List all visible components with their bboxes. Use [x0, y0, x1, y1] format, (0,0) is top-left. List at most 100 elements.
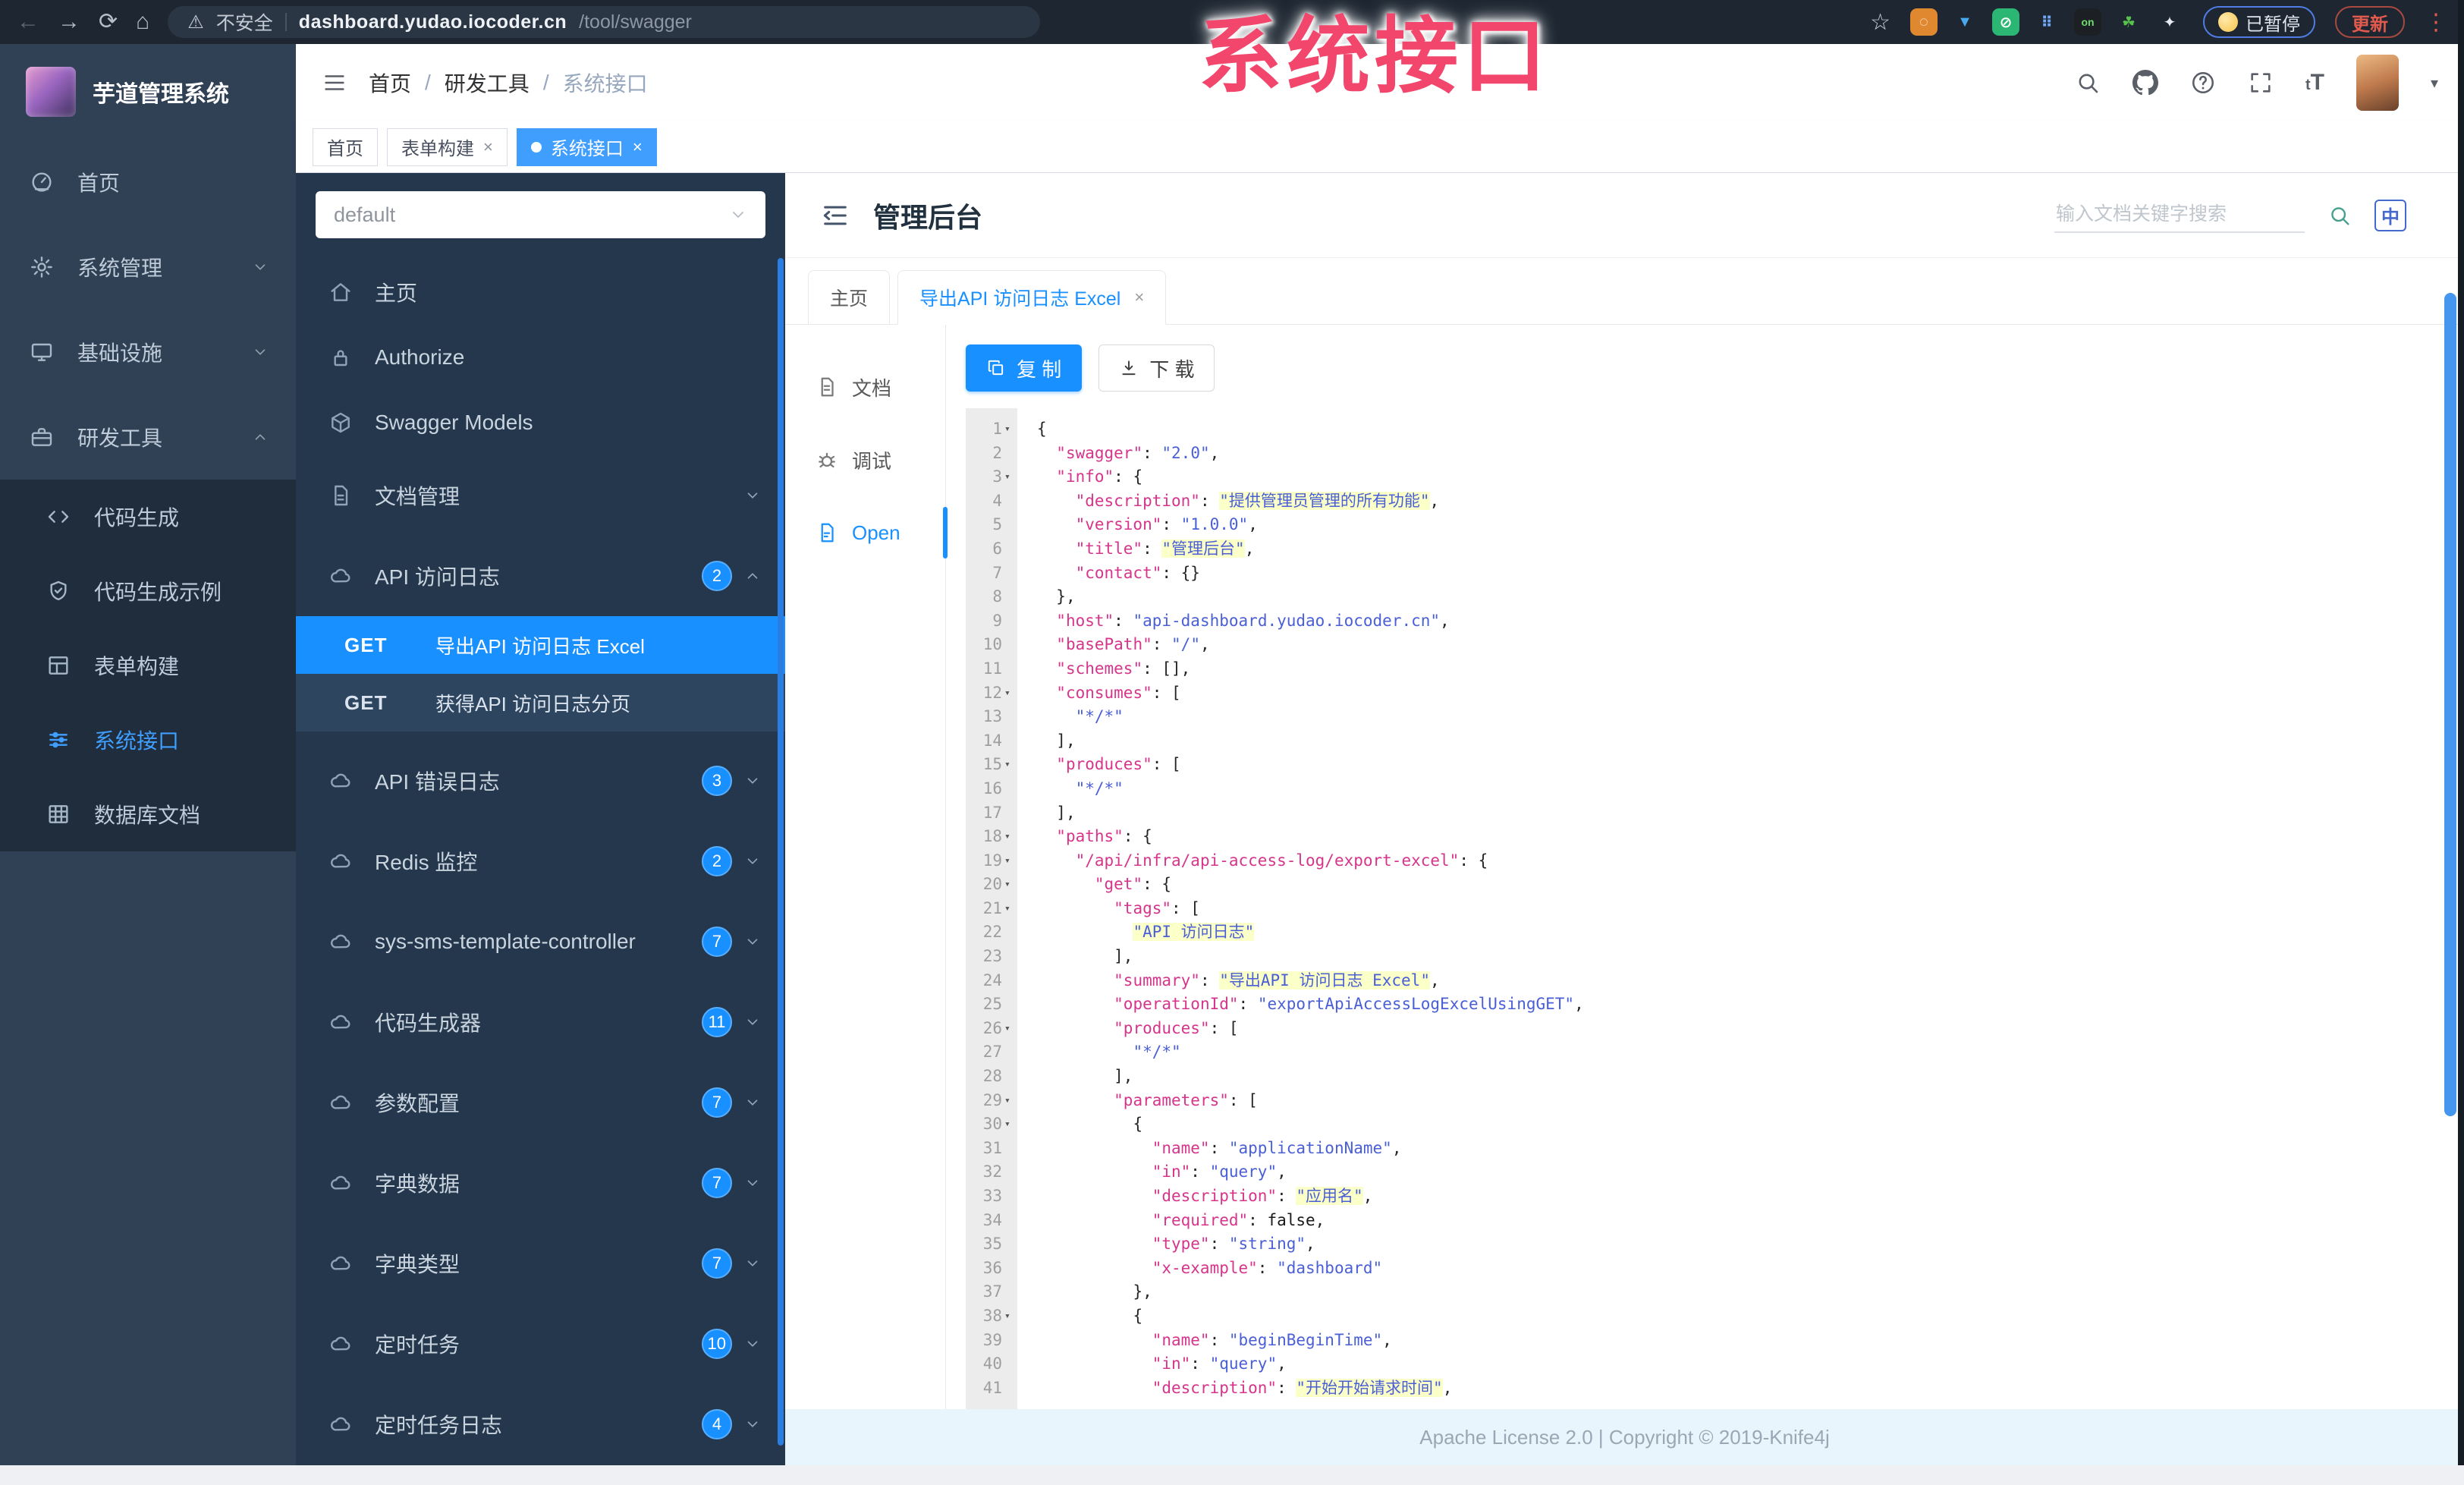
swagger-nav-item[interactable]: Authorize [296, 325, 785, 390]
badge-count: 4 [702, 1409, 732, 1439]
fold-icon[interactable]: ▾ [1002, 825, 1017, 849]
ext-orange-icon[interactable]: ◌ [1910, 8, 1938, 36]
swagger-nav-item[interactable]: 定时任务 10 [296, 1304, 785, 1384]
language-toggle-icon[interactable]: 中 [2374, 199, 2406, 231]
code-line: "API 访问日志" [1037, 920, 2464, 945]
swagger-nav-item[interactable]: 代码生成器 11 [296, 982, 785, 1062]
ext-grid-icon[interactable]: ⠿ [2033, 8, 2060, 36]
swagger-nav-item[interactable]: Swagger Models [296, 390, 785, 455]
mini-nav-调试[interactable]: 调试 [785, 423, 945, 496]
fold-icon[interactable]: ▾ [1002, 1304, 1017, 1329]
sidebar-subitem[interactable]: 数据库文档 [0, 777, 296, 851]
swagger-operation[interactable]: GET 导出API 访问日志 Excel [296, 616, 785, 674]
http-method-label: GET [344, 691, 388, 714]
doc-tab[interactable]: 导出API 访问日志 Excel × [897, 270, 1167, 325]
github-icon[interactable] [2132, 70, 2158, 96]
download-button[interactable]: 下 载 [1098, 345, 1215, 392]
menu-fold-icon[interactable] [820, 200, 850, 231]
browser-back-icon[interactable]: ← [17, 11, 39, 33]
swagger-sidebar: default 主页 Authorize Swagger Models 文档管理 API… [296, 173, 785, 1465]
fold-icon[interactable]: ▾ [1002, 417, 1017, 442]
help-icon[interactable] [2190, 70, 2216, 96]
breadcrumb-home[interactable]: 首页 [369, 68, 411, 98]
swagger-nav-item[interactable]: Redis 监控 2 [296, 821, 785, 901]
view-tag[interactable]: 表单构建 × [387, 127, 508, 166]
ext-leaf-icon[interactable]: ☘ [2115, 8, 2142, 36]
fold-icon[interactable]: ▾ [1002, 849, 1017, 873]
browser-forward-icon[interactable]: → [58, 11, 80, 33]
fold-icon[interactable]: ▾ [1002, 897, 1017, 921]
browser-update-button[interactable]: 更新 [2335, 6, 2405, 38]
token: ], [1114, 947, 1133, 966]
fold-icon[interactable]: ▾ [1002, 681, 1017, 706]
swagger-nav-item[interactable]: 主页 [296, 260, 785, 325]
code-line: "name": "applicationName", [1037, 1137, 2464, 1161]
bookmark-star-icon[interactable]: ☆ [1870, 9, 1890, 36]
gutter-line: 21 ▾ [966, 897, 1017, 921]
hamburger-icon[interactable] [322, 70, 347, 96]
swagger-nav-item[interactable]: 文档管理 [296, 455, 785, 536]
sidebar-item-label: 基础设施 [77, 341, 163, 365]
fold-icon[interactable]: ▾ [1002, 1112, 1017, 1137]
sidebar-item-devtools[interactable]: 研发工具 [0, 395, 296, 480]
token: "produces" [1114, 1018, 1210, 1037]
logo-row[interactable]: 芋道管理系统 [0, 44, 296, 140]
breadcrumb-devtools[interactable]: 研发工具 [445, 68, 530, 98]
line-number: 6 [992, 539, 1002, 558]
swagger-nav-item[interactable]: 字典数据 7 [296, 1143, 785, 1223]
fold-icon[interactable]: ▾ [1002, 753, 1017, 777]
sidebar-subitem[interactable]: 表单构建 [0, 628, 296, 703]
mini-nav-文档[interactable]: 文档 [785, 351, 945, 423]
ext-on-icon[interactable]: on [2074, 8, 2101, 36]
sidebar-item-infra[interactable]: 基础设施 [0, 310, 296, 395]
browser-home-icon[interactable]: ⌂ [136, 11, 149, 33]
chevron-down-icon[interactable]: ▾ [2431, 74, 2438, 93]
view-tag[interactable]: 系统接口 × [516, 127, 657, 166]
swagger-nav-item[interactable]: 字典类型 7 [296, 1223, 785, 1304]
code-line: "get": { [1037, 873, 2464, 897]
token: "summary" [1114, 971, 1200, 989]
swagger-nav-item[interactable]: 定时任务日志 4 [296, 1384, 785, 1465]
browser-menu-icon[interactable]: ⋮ [2425, 9, 2447, 36]
address-bar[interactable]: ⚠ 不安全 dashboard.yudao.iocoder.cn /tool/s… [168, 6, 1041, 38]
swagger-nav-item[interactable]: API 错误日志 3 [296, 741, 785, 821]
fullscreen-icon[interactable] [2248, 70, 2274, 96]
sidebar-subitem[interactable]: 系统接口 [0, 703, 296, 777]
browser-reload-icon[interactable]: ⟳ [99, 11, 118, 33]
code-editor[interactable]: 1 ▾ 2 3 ▾ 4 5 6 7 8 9 10 11 12 ▾ 13 14 15 ▾ 16 17 18 ▾ 19 ▾ 20 ▾ 21… [966, 408, 2464, 1465]
swagger-operation[interactable]: GET 获得API 访问日志分页 [296, 674, 785, 731]
swagger-nav-item[interactable]: API 访问日志 2 [296, 536, 785, 616]
avatar[interactable] [2356, 55, 2399, 111]
doc-search-icon[interactable] [2327, 203, 2352, 228]
font-size-icon[interactable]: tT [2305, 70, 2324, 96]
swagger-nav-item[interactable]: 参数配置 7 [296, 1062, 785, 1143]
paused-extension-pill[interactable]: 已暂停 [2203, 6, 2315, 38]
search-icon[interactable] [2075, 70, 2101, 96]
ext-green-circle-icon[interactable]: ⊘ [1992, 8, 2019, 36]
fold-icon[interactable]: ▾ [1002, 873, 1017, 897]
ext-blue-drop-icon[interactable]: ▼ [1951, 8, 1978, 36]
close-icon[interactable]: × [633, 137, 643, 157]
close-icon[interactable]: × [1134, 288, 1144, 307]
line-number-gutter: 1 ▾ 2 3 ▾ 4 5 6 7 8 9 10 11 12 ▾ 13 14 15 ▾ 16 17 18 ▾ 19 ▾ 20 ▾ 21… [966, 408, 1017, 1465]
ext-pin-icon[interactable]: ✦ [2156, 8, 2183, 36]
doc-search-input[interactable] [2054, 197, 2305, 233]
mini-nav-Open[interactable]: Open [785, 496, 948, 569]
doc-tab[interactable]: 主页 [808, 270, 891, 325]
sidebar-item-home[interactable]: 首页 [0, 140, 296, 225]
content-scrollbar[interactable] [2444, 293, 2456, 1116]
fold-icon[interactable]: ▾ [1002, 1089, 1017, 1113]
sidebar-subitem[interactable]: 代码生成示例 [0, 554, 296, 628]
sidebar-subitem[interactable]: 代码生成 [0, 480, 296, 554]
line-number: 15 [982, 755, 1002, 774]
close-icon[interactable]: × [483, 137, 493, 157]
fold-icon[interactable]: ▾ [1002, 1017, 1017, 1041]
token: : [1248, 1210, 1268, 1229]
sidebar-item-system[interactable]: 系统管理 [0, 225, 296, 310]
copy-button[interactable]: 复 制 [966, 345, 1083, 392]
sidebar-scrollbar[interactable] [778, 258, 784, 1446]
api-group-select[interactable]: default [316, 191, 765, 238]
fold-icon[interactable]: ▾ [1002, 465, 1017, 489]
view-tag[interactable]: 首页 [313, 127, 378, 166]
swagger-nav-item[interactable]: sys-sms-template-controller 7 [296, 901, 785, 982]
